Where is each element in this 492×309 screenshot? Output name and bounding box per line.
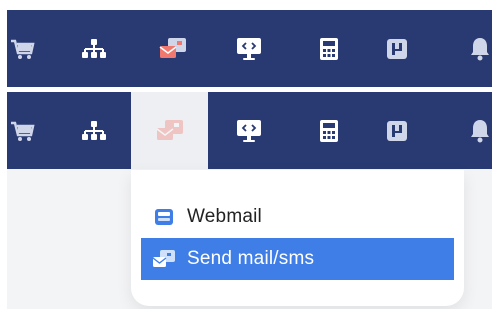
sitemap-icon bbox=[82, 120, 106, 140]
layout-toggle-icon bbox=[387, 38, 407, 59]
layout-toggle-button-active-bar[interactable] bbox=[362, 92, 432, 169]
send-mail-sms-icon-wrap bbox=[141, 249, 187, 269]
menu-item-send-mail-sms[interactable]: Send mail/sms bbox=[141, 238, 454, 280]
calculator-button[interactable] bbox=[294, 10, 364, 87]
send-mail-sms-icon bbox=[152, 250, 175, 267]
remote-desktop-icon bbox=[237, 119, 261, 142]
shopping-cart-icon bbox=[11, 39, 35, 59]
notification-bell-icon bbox=[471, 119, 489, 142]
mail-sms-icon bbox=[159, 37, 186, 58]
remote-desktop-button-active-bar[interactable] bbox=[214, 92, 284, 169]
menu-item-webmail-label: Webmail bbox=[187, 206, 262, 227]
cart-button-active-bar[interactable] bbox=[0, 92, 57, 169]
mail-dropdown-menu: Webmail Send mail/sms bbox=[131, 170, 464, 306]
sitemap-button[interactable] bbox=[59, 10, 129, 87]
mail-sms-icon bbox=[156, 119, 183, 140]
notification-bell-icon bbox=[471, 37, 489, 60]
calculator-icon bbox=[320, 119, 338, 142]
menu-item-webmail[interactable]: Webmail bbox=[141, 196, 454, 238]
mail-sms-button[interactable] bbox=[138, 10, 208, 87]
active-navbar bbox=[7, 92, 492, 169]
screenshot-stage: Webmail Send mail/sms bbox=[0, 0, 492, 309]
mail-sms-button-active[interactable] bbox=[131, 92, 208, 169]
webmail-icon-wrap bbox=[141, 208, 187, 226]
calculator-icon bbox=[320, 37, 338, 60]
sitemap-icon bbox=[82, 38, 106, 58]
menu-item-send-mail-sms-label: Send mail/sms bbox=[187, 248, 315, 269]
notifications-button[interactable] bbox=[445, 10, 492, 87]
remote-desktop-button[interactable] bbox=[214, 10, 284, 87]
remote-desktop-icon bbox=[237, 37, 261, 60]
notifications-button-active-bar[interactable] bbox=[445, 92, 492, 169]
webmail-icon bbox=[155, 209, 173, 225]
layout-toggle-button[interactable] bbox=[362, 10, 432, 87]
calculator-button-active-bar[interactable] bbox=[294, 92, 364, 169]
cart-button[interactable] bbox=[0, 10, 57, 87]
top-navbar bbox=[7, 10, 492, 87]
sitemap-button-active-bar[interactable] bbox=[59, 92, 129, 169]
shopping-cart-icon bbox=[11, 121, 35, 141]
layout-toggle-icon bbox=[387, 120, 407, 141]
